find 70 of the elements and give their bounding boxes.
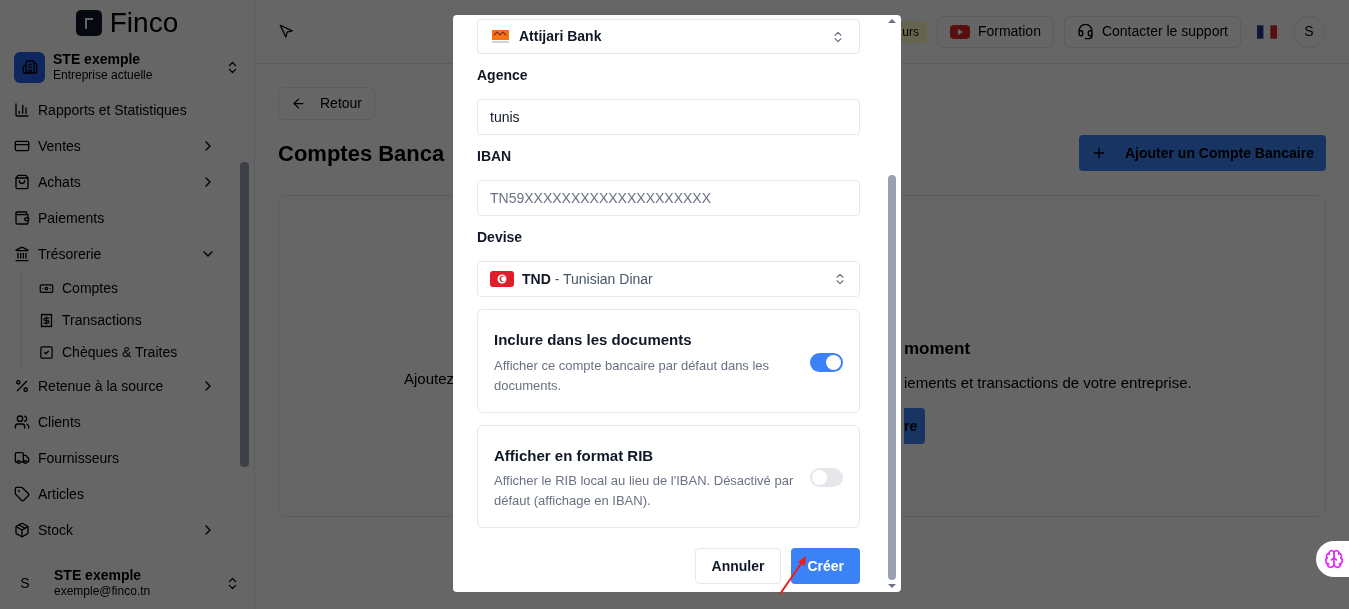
submenu-icon xyxy=(39,312,54,328)
user-switcher[interactable]: S STE exemple exemple@finco.tn xyxy=(14,557,240,609)
scroll-down-icon[interactable] xyxy=(888,584,896,588)
user-email: exemple@finco.tn xyxy=(54,584,152,600)
flag-icon xyxy=(1257,24,1277,39)
empty-state-title: moment xyxy=(904,338,971,360)
assistant-button[interactable] xyxy=(1316,541,1349,577)
create-button[interactable]: Créer xyxy=(791,548,860,584)
cursor-icon xyxy=(279,24,294,39)
bank-logo-icon xyxy=(492,29,509,44)
toggle-title: Afficher en format RIB xyxy=(494,445,655,466)
toggle-switch[interactable] xyxy=(810,352,843,372)
page-title: Comptes Banca xyxy=(278,139,445,168)
scroll-up-icon[interactable] xyxy=(888,19,896,23)
menu-icon xyxy=(14,450,30,466)
sidebar-item[interactable]: Trésorerie xyxy=(14,236,216,272)
top-bar-button[interactable]: Formation xyxy=(936,15,1054,48)
user-avatar: S xyxy=(19,573,31,593)
toggle-title: Inclure dans les documents xyxy=(494,330,693,350)
toggle-description: Afficher ce compte bancaire par défaut dans les documents. xyxy=(494,356,771,395)
sidebar-item[interactable]: Rapports et Statistiques xyxy=(14,92,216,128)
toggle-description: Afficher le RIB local au lieu de l'IBAN. Désactivé par défaut (affichage en IBAN). xyxy=(494,472,795,510)
company-subtitle: Entreprise actuelle xyxy=(53,68,154,84)
sidebar-item[interactable]: Paiements xyxy=(14,200,216,236)
currency-select[interactable]: TND - Tunisian Dinar xyxy=(477,261,860,297)
company-switcher[interactable]: STE exemple Entreprise actuelle xyxy=(14,46,240,88)
empty-state-text: Ajoutez xyxy=(403,368,454,389)
company-name: STE exemple xyxy=(53,50,142,69)
field-label: Agence xyxy=(477,66,529,85)
sidebar-item[interactable]: Retenue à la source xyxy=(14,368,216,404)
menu-icon xyxy=(14,138,30,154)
sidebar-subitem[interactable]: Transactions xyxy=(39,304,216,336)
menu-icon xyxy=(14,210,30,226)
empty-state-text: iements et transactions de votre entreprise. xyxy=(904,372,1192,393)
menu-icon xyxy=(14,174,30,190)
sidebar-subitem[interactable]: Chèques & Traites xyxy=(39,336,216,368)
sidebar-item[interactable]: Clients xyxy=(14,404,216,440)
back-button[interactable]: Retour xyxy=(278,87,376,120)
text-field[interactable]: tunis xyxy=(477,99,860,135)
menu-icon xyxy=(14,102,30,118)
toggle-switch[interactable] xyxy=(810,468,843,488)
top-bar-button[interactable]: Contacter le support xyxy=(1063,15,1241,48)
sidebar-item[interactable]: Articles xyxy=(14,476,216,512)
menu-icon xyxy=(14,486,30,502)
sidebar-item[interactable]: Ventes xyxy=(14,128,216,164)
cancel-button[interactable]: Annuler xyxy=(694,548,782,584)
text-field[interactable]: TN59XXXXXXXXXXXXXXXXXXXX xyxy=(477,180,860,216)
video-icon xyxy=(949,24,970,39)
sidebar-item[interactable]: Fournisseurs xyxy=(14,440,216,476)
bank-select[interactable]: Attijari Bank xyxy=(477,19,860,54)
sidebar-item[interactable]: Achats xyxy=(14,164,216,200)
menu-icon xyxy=(14,414,30,430)
menu-icon xyxy=(14,378,30,394)
logo-icon xyxy=(75,10,102,36)
scrollbar[interactable] xyxy=(888,175,896,580)
field-label: IBAN xyxy=(477,147,513,166)
submenu-icon xyxy=(39,344,54,360)
field-label: Devise xyxy=(477,228,524,247)
user-name: STE exemple xyxy=(54,566,143,585)
sidebar-subitem[interactable]: Comptes xyxy=(39,272,216,304)
menu-icon xyxy=(14,246,30,262)
brain-icon xyxy=(1324,549,1344,569)
app-logo: Finco xyxy=(109,6,179,40)
sidebar-item[interactable]: Stock xyxy=(14,512,216,548)
flag-icon xyxy=(490,271,514,287)
scrollbar[interactable] xyxy=(240,162,249,467)
building-icon xyxy=(14,51,45,83)
menu-icon xyxy=(14,522,30,538)
headset-icon xyxy=(1076,23,1094,40)
status-badge: urs xyxy=(899,20,927,43)
